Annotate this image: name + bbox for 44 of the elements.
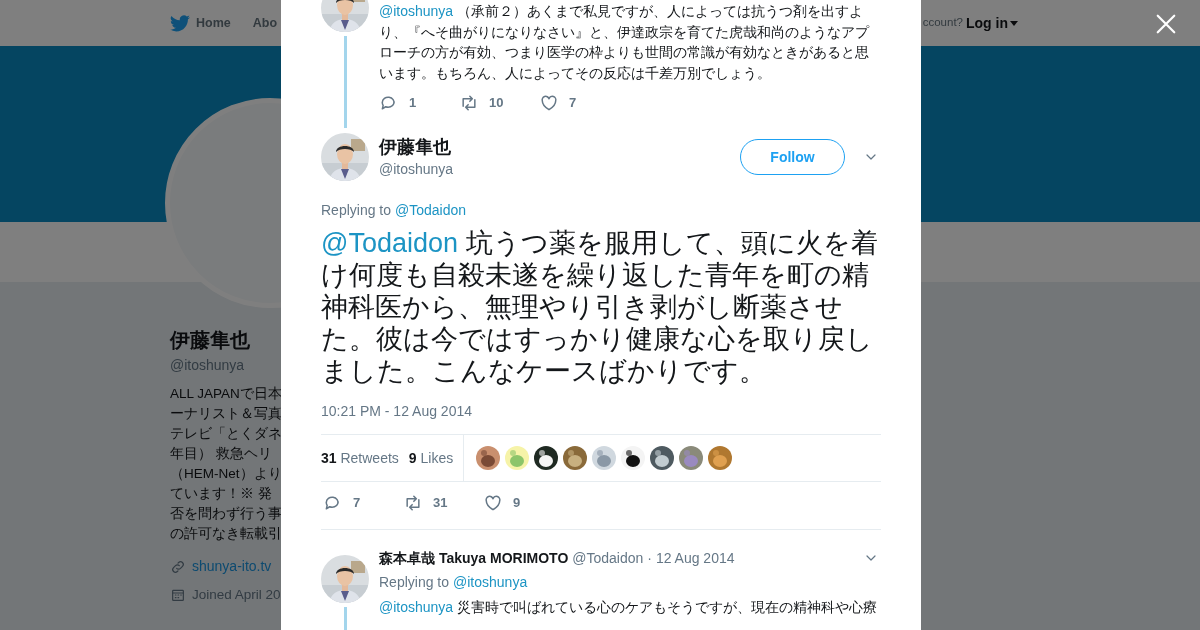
tweet-text: @itoshunya 災害時で叫ばれている心のケアもそうですが、現在の精神科や心療 (379, 598, 879, 617)
follow-button[interactable]: Follow (740, 139, 845, 175)
action-count: 9 (513, 494, 521, 513)
profile-handle: @itoshunya (170, 356, 245, 375)
action-count: 7 (353, 494, 361, 513)
profile-name: 伊藤隼也 (170, 328, 250, 353)
replying-label: Replying to (321, 201, 392, 220)
mention-link[interactable]: @itoshunya (453, 572, 528, 593)
author-name: 伊藤隼也 (379, 136, 452, 159)
tweet-text: @Todaidon 坑うつ薬を服用して、頭に火を着け何度も自殺未遂を繰り返した青年を町の精神科医から、無理やり引き剥がし断薬させた。彼は今ではすっかり健康な心を取り戻しました。こんなケースばかりです。 (321, 227, 879, 387)
retweet-stat[interactable]: 31 Retweets (321, 447, 399, 469)
mention-link[interactable]: @itoshunya (379, 3, 454, 19)
caret-icon (1010, 20, 1018, 26)
bird-icon (170, 14, 190, 32)
mention-link[interactable]: @Todaidon (395, 200, 467, 221)
thread-line (343, 607, 347, 630)
author-handle: @itoshunya (379, 160, 455, 179)
nav-link[interactable]: Home (196, 13, 231, 33)
tweet-text: @itoshunya （承前２）あくまで私見ですが、人によっては抗うつ剤を出すより、『へそ曲がりになりなさい』と、伊達政宗を育てた虎哉和尚のようなアプローチの方が有効、つまり医学の枠よりも世間の常識が有効なときがあると思います。もちろん、人によってその反応は千差万別でしょう。 (379, 2, 871, 83)
nav-link[interactable]: Abo (252, 13, 278, 33)
action-count: 10 (489, 94, 504, 113)
action-count: 31 (433, 494, 448, 513)
login-prompt: ccount? (922, 15, 963, 31)
join-date: Joined April 20 (192, 586, 281, 604)
mention-link[interactable]: @Todaidon (321, 228, 458, 258)
tweet-date: · 12 Aug 2014 (647, 549, 735, 568)
like-icon (483, 493, 503, 513)
link-icon (170, 558, 186, 575)
close-icon[interactable] (1155, 13, 1177, 35)
retweet-icon (403, 493, 423, 513)
replying-label: Replying to (379, 573, 450, 592)
website-link[interactable]: shunya-ito.tv (192, 556, 272, 577)
author-name: 森本卓哉 Takuya MORIMOTO (379, 549, 569, 568)
like-stat[interactable]: 9 Likes (408, 447, 454, 469)
tweet-timestamp: 10:21 PM - 12 Aug 2014 (321, 402, 473, 421)
calendar-icon (170, 587, 186, 604)
like-icon (539, 93, 559, 113)
action-count: 7 (569, 94, 577, 113)
action-count: 1 (409, 94, 417, 113)
retweet-icon (459, 93, 479, 113)
profile-bio: ALL JAPANで日本 ーナリスト＆写真 テレビ「とくダネ 年目） 救急ヘリ （HEM-Net）より ています！※ 発 否を問わず行う事 の許可なき転載引 (170, 385, 282, 543)
author-handle: @Todaidon (572, 549, 644, 568)
mention-link[interactable]: @itoshunya (379, 599, 454, 615)
login-link[interactable]: Log in (966, 12, 1018, 34)
